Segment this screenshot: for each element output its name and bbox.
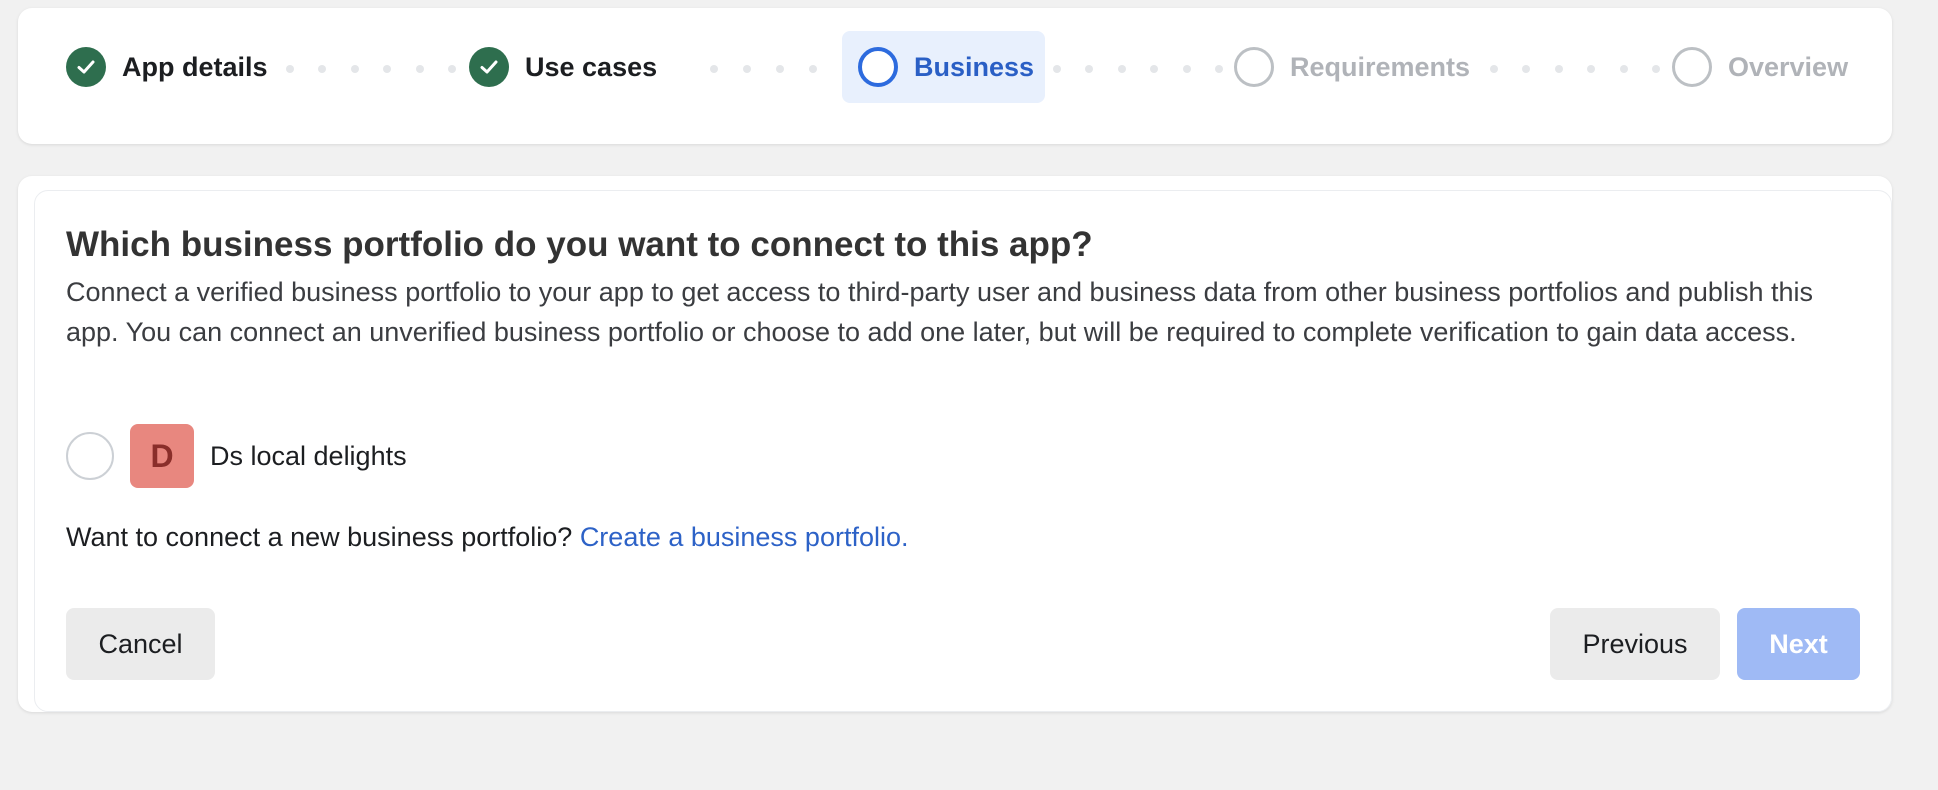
cancel-button[interactable]: Cancel [66,608,215,680]
step-label: Business [914,51,1035,82]
step-label: Use cases [525,51,658,82]
page-description: Connect a verified business portfolio to… [66,277,1813,347]
check-icon [469,47,509,87]
page-title: Which business portfolio do you want to … [66,225,1093,264]
step-connector [710,65,850,73]
create-portfolio-line: Want to connect a new business portfolio… [66,522,909,553]
step-connector [1490,65,1660,73]
step-label: App details [122,51,268,82]
step-label: Overview [1728,51,1849,82]
avatar: D [130,424,194,488]
portfolio-name: Ds local delights [210,440,407,471]
next-button[interactable]: Next [1737,608,1860,680]
step-connector [1053,65,1223,73]
step-use-cases[interactable]: Use cases [469,31,657,103]
step-overview[interactable]: Overview [1672,31,1848,103]
previous-button[interactable]: Previous [1550,608,1720,680]
check-icon [66,47,106,87]
empty-step-icon [1672,47,1712,87]
current-step-icon [858,47,898,87]
portfolio-radio[interactable] [66,432,114,480]
create-prompt: Want to connect a new business portfolio… [66,522,573,552]
step-connector [286,65,456,73]
step-business[interactable]: Business [842,31,1045,103]
empty-step-icon [1234,47,1274,87]
create-portfolio-link[interactable]: Create a business portfolio. [580,522,909,552]
step-label: Requirements [1290,51,1471,82]
portfolio-option[interactable]: D Ds local delights [66,424,407,488]
step-app-details[interactable]: App details [66,31,268,103]
step-requirements[interactable]: Requirements [1234,31,1470,103]
